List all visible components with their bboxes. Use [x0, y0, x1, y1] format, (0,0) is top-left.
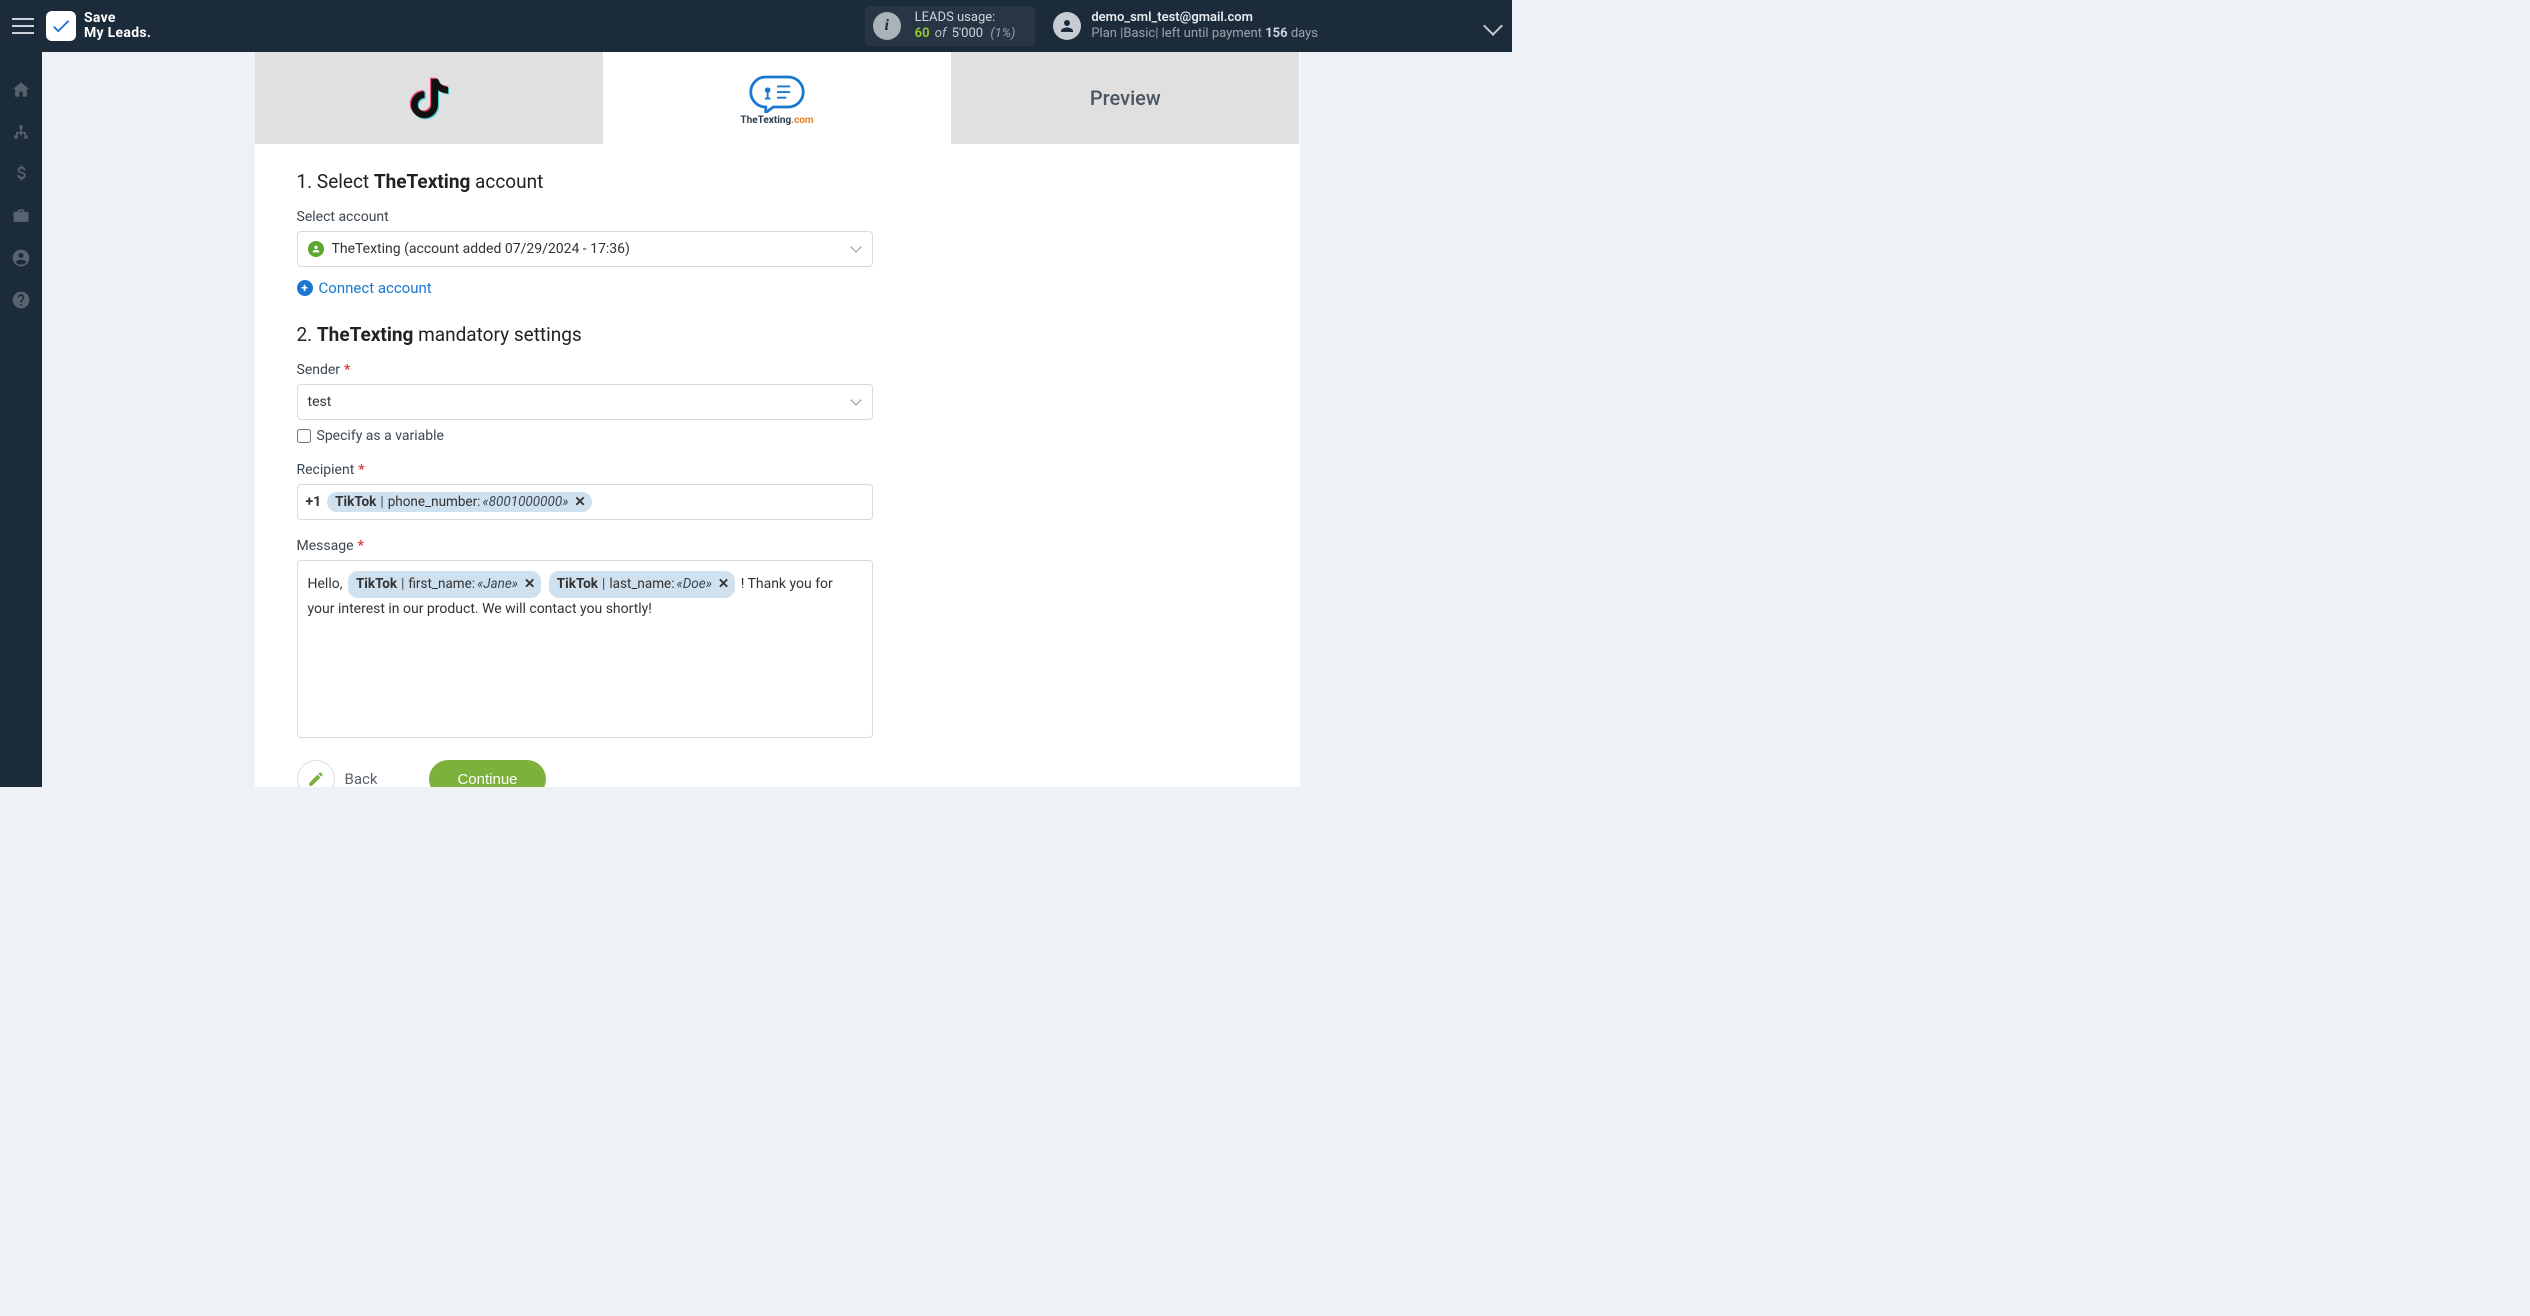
- chip-remove-icon[interactable]: ✕: [718, 573, 729, 596]
- step-tabs: TheTexting.com Preview: [255, 52, 1300, 144]
- thetexting-label: TheTexting.com: [740, 115, 813, 126]
- message-text-part: Hello,: [308, 576, 346, 592]
- sidebar-billing-icon[interactable]: [11, 164, 31, 184]
- tab-destination[interactable]: TheTexting.com: [603, 52, 951, 144]
- sidebar-connections-icon[interactable]: [11, 122, 31, 142]
- recipient-variable-chip[interactable]: TikTok| phone_number: «8001000000» ✕: [327, 492, 592, 512]
- specify-variable-label: Specify as a variable: [317, 428, 444, 444]
- tiktok-icon: [402, 71, 456, 125]
- usage-value: 60 of 5'000 (1%): [915, 26, 1016, 42]
- chip-remove-icon[interactable]: ✕: [574, 494, 585, 510]
- chevron-down-icon[interactable]: [1483, 16, 1503, 36]
- thetexting-icon: [747, 71, 807, 113]
- usage-label: LEADS usage:: [915, 10, 1016, 26]
- sidebar-briefcase-icon[interactable]: [11, 206, 31, 226]
- sender-select[interactable]: test: [297, 384, 873, 420]
- avatar-icon: [1053, 12, 1081, 40]
- user-menu[interactable]: demo_sml_test@gmail.com Plan |Basic| lef…: [1053, 10, 1318, 43]
- message-textarea[interactable]: Hello, TikTok| first_name: «Jane» ✕ TikT…: [297, 560, 873, 738]
- user-plan: Plan |Basic| left until payment 156 days: [1091, 26, 1318, 42]
- plus-circle-icon: +: [297, 280, 313, 296]
- connect-account-link[interactable]: + Connect account: [297, 279, 1258, 297]
- user-email: demo_sml_test@gmail.com: [1091, 10, 1318, 26]
- recipient-label: Recipient*: [297, 462, 1258, 478]
- pencil-icon: [297, 760, 335, 787]
- brand-logo[interactable]: [46, 11, 76, 41]
- chip-remove-icon[interactable]: ✕: [524, 573, 535, 596]
- account-connected-icon: [308, 241, 324, 257]
- message-label: Message*: [297, 538, 1258, 554]
- back-button[interactable]: Back: [297, 760, 378, 787]
- topbar: Save My Leads. i LEADS usage: 60 of 5'00…: [0, 0, 1512, 52]
- leads-usage-box[interactable]: i LEADS usage: 60 of 5'000 (1%): [865, 6, 1036, 47]
- tab-source[interactable]: [255, 52, 603, 144]
- back-label: Back: [345, 770, 378, 787]
- tab-preview[interactable]: Preview: [951, 52, 1299, 144]
- page: TheTexting.com Preview 1. Select TheText…: [42, 52, 1512, 787]
- recipient-input[interactable]: +1 TikTok| phone_number: «8001000000» ✕: [297, 484, 873, 520]
- connect-account-label: Connect account: [319, 279, 432, 297]
- card: TheTexting.com Preview 1. Select TheText…: [255, 52, 1300, 787]
- tab-preview-label: Preview: [1090, 86, 1161, 110]
- message-variable-chip-firstname[interactable]: TikTok| first_name: «Jane» ✕: [348, 571, 541, 598]
- chevron-down-icon: [850, 394, 861, 405]
- hamburger-menu-icon[interactable]: [12, 18, 34, 34]
- account-select[interactable]: TheTexting (account added 07/29/2024 - 1…: [297, 231, 873, 267]
- sender-select-value: test: [308, 394, 332, 410]
- message-variable-chip-lastname[interactable]: TikTok| last_name: «Doe» ✕: [549, 571, 735, 598]
- sidebar-home-icon[interactable]: [11, 80, 31, 100]
- continue-button[interactable]: Continue: [429, 760, 545, 787]
- sender-label: Sender*: [297, 362, 1258, 378]
- select-account-label: Select account: [297, 209, 1258, 225]
- info-icon: i: [873, 12, 901, 40]
- specify-variable-checkbox[interactable]: Specify as a variable: [297, 428, 1258, 444]
- recipient-prefix: +1: [306, 494, 322, 510]
- sidebar-account-icon[interactable]: [11, 248, 31, 268]
- account-select-value: TheTexting (account added 07/29/2024 - 1…: [332, 241, 630, 257]
- section-2-title: 2. TheTexting mandatory settings: [297, 323, 1258, 346]
- specify-variable-input[interactable]: [297, 429, 311, 443]
- sidebar: [0, 52, 42, 787]
- continue-label: Continue: [457, 771, 517, 788]
- sidebar-help-icon[interactable]: [11, 290, 31, 310]
- chevron-down-icon: [850, 241, 861, 252]
- section-1-title: 1. Select TheTexting account: [297, 170, 1258, 193]
- brand-name: Save My Leads.: [84, 11, 151, 40]
